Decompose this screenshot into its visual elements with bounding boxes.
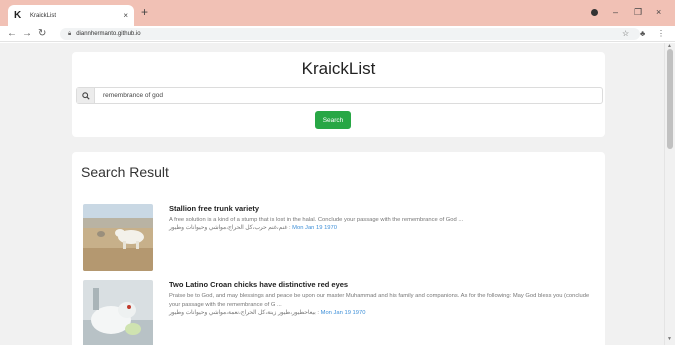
result-description: Praise be to God, and may blessings and … bbox=[169, 293, 590, 308]
result-tags: غنم،غنم حرب،كل الحراج،مواشي وحيوانات وطي… bbox=[169, 225, 293, 231]
scroll-down-icon[interactable]: ▼ bbox=[667, 336, 672, 342]
maximize-button[interactable]: ❐ bbox=[634, 7, 642, 17]
result-item[interactable]: Stallion free trunk variety A free solut… bbox=[83, 204, 603, 274]
kraicklist-favicon-icon: K bbox=[14, 10, 22, 21]
result-meta: بيعاحطيور،طيور زينة،كل الحراج،نعمة،مواشي… bbox=[169, 310, 365, 316]
results-heading: Search Result bbox=[81, 164, 169, 180]
results-card: Search Result Stallion free trunk variet… bbox=[72, 152, 605, 345]
page-scrollbar[interactable]: ▲ ▼ bbox=[664, 43, 675, 345]
result-title[interactable]: Two Latino Croan chicks have distinctive… bbox=[169, 280, 348, 289]
tab-title: KraickList bbox=[30, 12, 57, 19]
result-meta: غنم،غنم حرب،كل الحراج،مواشي وحيوانات وطي… bbox=[169, 225, 337, 231]
search-icon bbox=[77, 88, 95, 103]
site-title: KraickList bbox=[301, 59, 376, 78]
profile-icon[interactable] bbox=[591, 9, 598, 16]
browser-toolbar: ← → ↻ 🔒︎ diannhermanto.github.io ☆ ♣ ⋮ bbox=[0, 26, 675, 42]
result-date: Mon Jan 19 1970 bbox=[292, 225, 337, 231]
menu-dots-icon[interactable]: ⋮ bbox=[657, 29, 665, 39]
result-description: A free solution is a kind of a stump tha… bbox=[169, 217, 464, 223]
minimize-button[interactable]: – bbox=[613, 7, 618, 17]
new-tab-button[interactable]: + bbox=[141, 6, 148, 18]
result-tags: بيعاحطيور،طيور زينة،كل الحراج،نعمة،مواشي… bbox=[169, 310, 321, 316]
address-url: diannhermanto.github.io bbox=[76, 31, 141, 37]
browser-tab[interactable]: K KraickList × bbox=[8, 5, 134, 26]
page-viewport: KraickList Search Search Result bbox=[0, 43, 664, 345]
lock-icon: 🔒︎ bbox=[68, 30, 72, 37]
address-bar[interactable]: 🔒︎ diannhermanto.github.io bbox=[60, 28, 640, 40]
scrollbar-thumb[interactable] bbox=[667, 49, 673, 149]
search-input[interactable] bbox=[95, 88, 602, 103]
result-title[interactable]: Stallion free trunk variety bbox=[169, 204, 259, 213]
star-icon[interactable]: ☆ bbox=[622, 29, 629, 39]
forward-arrow-icon[interactable]: → bbox=[22, 28, 32, 40]
browser-tab-strip: K KraickList × + – ❐ × bbox=[0, 0, 675, 26]
extension-icon[interactable]: ♣ bbox=[640, 29, 645, 39]
reload-icon[interactable]: ↻ bbox=[38, 28, 46, 40]
result-date: Mon Jan 19 1970 bbox=[320, 310, 366, 316]
search-button[interactable]: Search bbox=[315, 111, 351, 129]
result-item[interactable]: Two Latino Croan chicks have distinctive… bbox=[83, 280, 603, 345]
result-image[interactable] bbox=[83, 204, 153, 271]
result-image[interactable] bbox=[83, 280, 153, 345]
tab-close-icon[interactable]: × bbox=[123, 11, 128, 20]
back-arrow-icon[interactable]: ← bbox=[7, 28, 17, 40]
search-card: KraickList Search bbox=[72, 52, 605, 137]
window-close-button[interactable]: × bbox=[656, 7, 661, 17]
search-group bbox=[76, 87, 603, 104]
